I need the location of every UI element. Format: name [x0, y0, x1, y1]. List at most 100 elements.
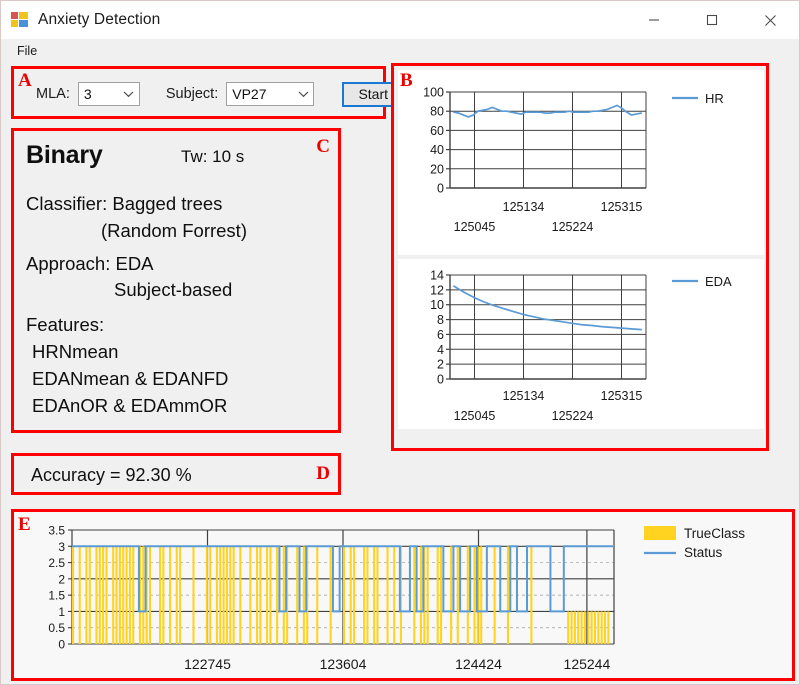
y-axis-tick-label: 40 [430, 143, 444, 157]
true-class-bar [98, 546, 101, 644]
true-class-bar [577, 611, 580, 644]
y-axis-tick-label: 1.5 [48, 589, 65, 603]
x-axis-tick-label: 125315 [601, 200, 643, 214]
data-series-line [453, 285, 642, 331]
annotation-label-d: D [316, 463, 330, 484]
true-class-bar [118, 546, 121, 644]
panel-b-signal-charts: 0 20 40 60 80 100 125045 125134 125224 125315 HR 0… [391, 63, 769, 451]
true-class-bar [583, 611, 586, 644]
y-axis-tick-label: 2.5 [48, 556, 65, 570]
y-axis-tick-label: 60 [430, 124, 444, 138]
y-axis-tick-label: 3 [58, 540, 65, 554]
x-axis-tick-label: 125244 [564, 656, 611, 672]
true-class-bar [466, 546, 469, 644]
true-class-bar [506, 546, 510, 644]
true-class-bar [142, 546, 145, 644]
true-class-bar [222, 546, 225, 644]
y-axis-tick-label: 3.5 [48, 524, 65, 538]
true-class-bar [125, 546, 128, 644]
true-class-bar [349, 546, 352, 644]
true-class-bar [276, 546, 279, 644]
true-class-bar [95, 546, 98, 644]
time-window-value: Tw: 10 s [181, 147, 245, 166]
window-title: Anxiety Detection [38, 11, 161, 28]
true-class-bar [373, 546, 376, 644]
true-class-bar [450, 546, 453, 644]
true-class-bar [353, 546, 356, 644]
x-axis-tick-label: 125045 [454, 409, 496, 423]
true-class-bar [413, 546, 416, 644]
y-axis-tick-label: 2 [58, 572, 65, 586]
true-class-bar [215, 546, 218, 644]
menu-bar: File [1, 39, 799, 64]
true-class-bar [209, 546, 212, 644]
true-class-bar [229, 546, 232, 644]
true-class-bar [456, 546, 459, 644]
y-axis-tick-label: 0 [437, 182, 444, 196]
y-axis-tick-label: 80 [430, 105, 444, 119]
true-class-bar [567, 611, 570, 644]
true-class-bar [329, 546, 332, 644]
minimize-button[interactable] [625, 1, 683, 39]
model-info-content: Binary Tw: 10 s Classifier: Bagged trees… [26, 139, 330, 426]
true-class-bar [386, 546, 389, 644]
true-class-bar [122, 546, 125, 644]
true-class-bar [570, 611, 573, 644]
true-class-bar [440, 546, 443, 644]
true-class-bar [296, 546, 299, 644]
true-class-bar [366, 546, 369, 644]
maximize-button[interactable] [683, 1, 741, 39]
true-class-bar [282, 546, 285, 644]
approach-line-1: Approach: EDA [26, 252, 154, 274]
x-axis-tick-label: 122745 [184, 656, 231, 672]
accuracy-value: Accuracy = 92.30 % [31, 465, 192, 485]
panel-e-classification-chart: 0 0.5 1 1.5 2 2.5 3 3.5 122745 123604 124424 125244… [11, 509, 795, 681]
true-class-bar [115, 546, 118, 644]
y-axis-tick-label: 20 [430, 162, 444, 176]
y-axis-tick-label: 10 [430, 298, 444, 312]
subject-label: Subject: [165, 86, 219, 102]
annotation-label-b: B [400, 70, 413, 91]
chevron-down-icon [293, 83, 313, 105]
true-class-bar [593, 611, 596, 644]
y-axis-tick-label: 14 [430, 269, 444, 283]
close-button[interactable] [741, 1, 799, 39]
legend-label: EDA [705, 274, 732, 289]
true-class-bar [266, 546, 269, 644]
true-class-bar [239, 546, 242, 644]
subject-select[interactable]: VP27 [226, 82, 315, 106]
classification-chart: 0 0.5 1 1.5 2 2.5 3 3.5 122745 123604 124424 125244… [48, 524, 745, 673]
feature-item-3: EDAnOR & EDAmmOR [32, 394, 228, 416]
feature-item-1: HRNmean [32, 341, 119, 363]
approach-line-2: Subject-based [114, 279, 233, 301]
y-axis-tick-label: 4 [437, 343, 444, 357]
true-class-bar [179, 546, 182, 644]
true-class-bar [232, 546, 235, 644]
true-class-bar [393, 546, 396, 644]
x-axis-tick-label: 123604 [320, 656, 367, 672]
true-class-bar [112, 546, 115, 644]
true-class-bar [148, 546, 152, 644]
menu-item-file[interactable]: File [13, 43, 41, 59]
controls-row: MLA: 3 Subject: VP27 Start [36, 80, 405, 108]
true-class-bar [493, 546, 496, 644]
y-axis-tick-label: 0.5 [48, 621, 65, 635]
legend-label-true-class: TrueClass [684, 526, 745, 541]
model-details: Classifier: Bagged trees (Random Forrest… [26, 191, 330, 420]
subject-selected-value: VP27 [232, 86, 267, 102]
true-class-bar [192, 546, 195, 644]
legend-swatch-true-class [644, 526, 676, 540]
classification-mode: Binary [26, 141, 103, 169]
annotation-label-c: C [316, 136, 330, 157]
application-window: Anxiety Detection File MLA: 3 Subject: V… [0, 0, 800, 685]
true-class-bar [603, 611, 607, 644]
true-class-bar [473, 546, 476, 644]
true-class-bar [376, 546, 379, 644]
x-axis-tick-label: 125224 [552, 220, 594, 234]
x-axis-tick-label: 125045 [454, 220, 496, 234]
true-class-bar [219, 546, 222, 644]
hr-chart: 0 20 40 60 80 100 125045 125134 125224 125315 HR [423, 86, 724, 235]
true-class-bar [580, 611, 583, 644]
true-class-bar [436, 546, 439, 644]
mla-select[interactable]: 3 [77, 82, 140, 106]
